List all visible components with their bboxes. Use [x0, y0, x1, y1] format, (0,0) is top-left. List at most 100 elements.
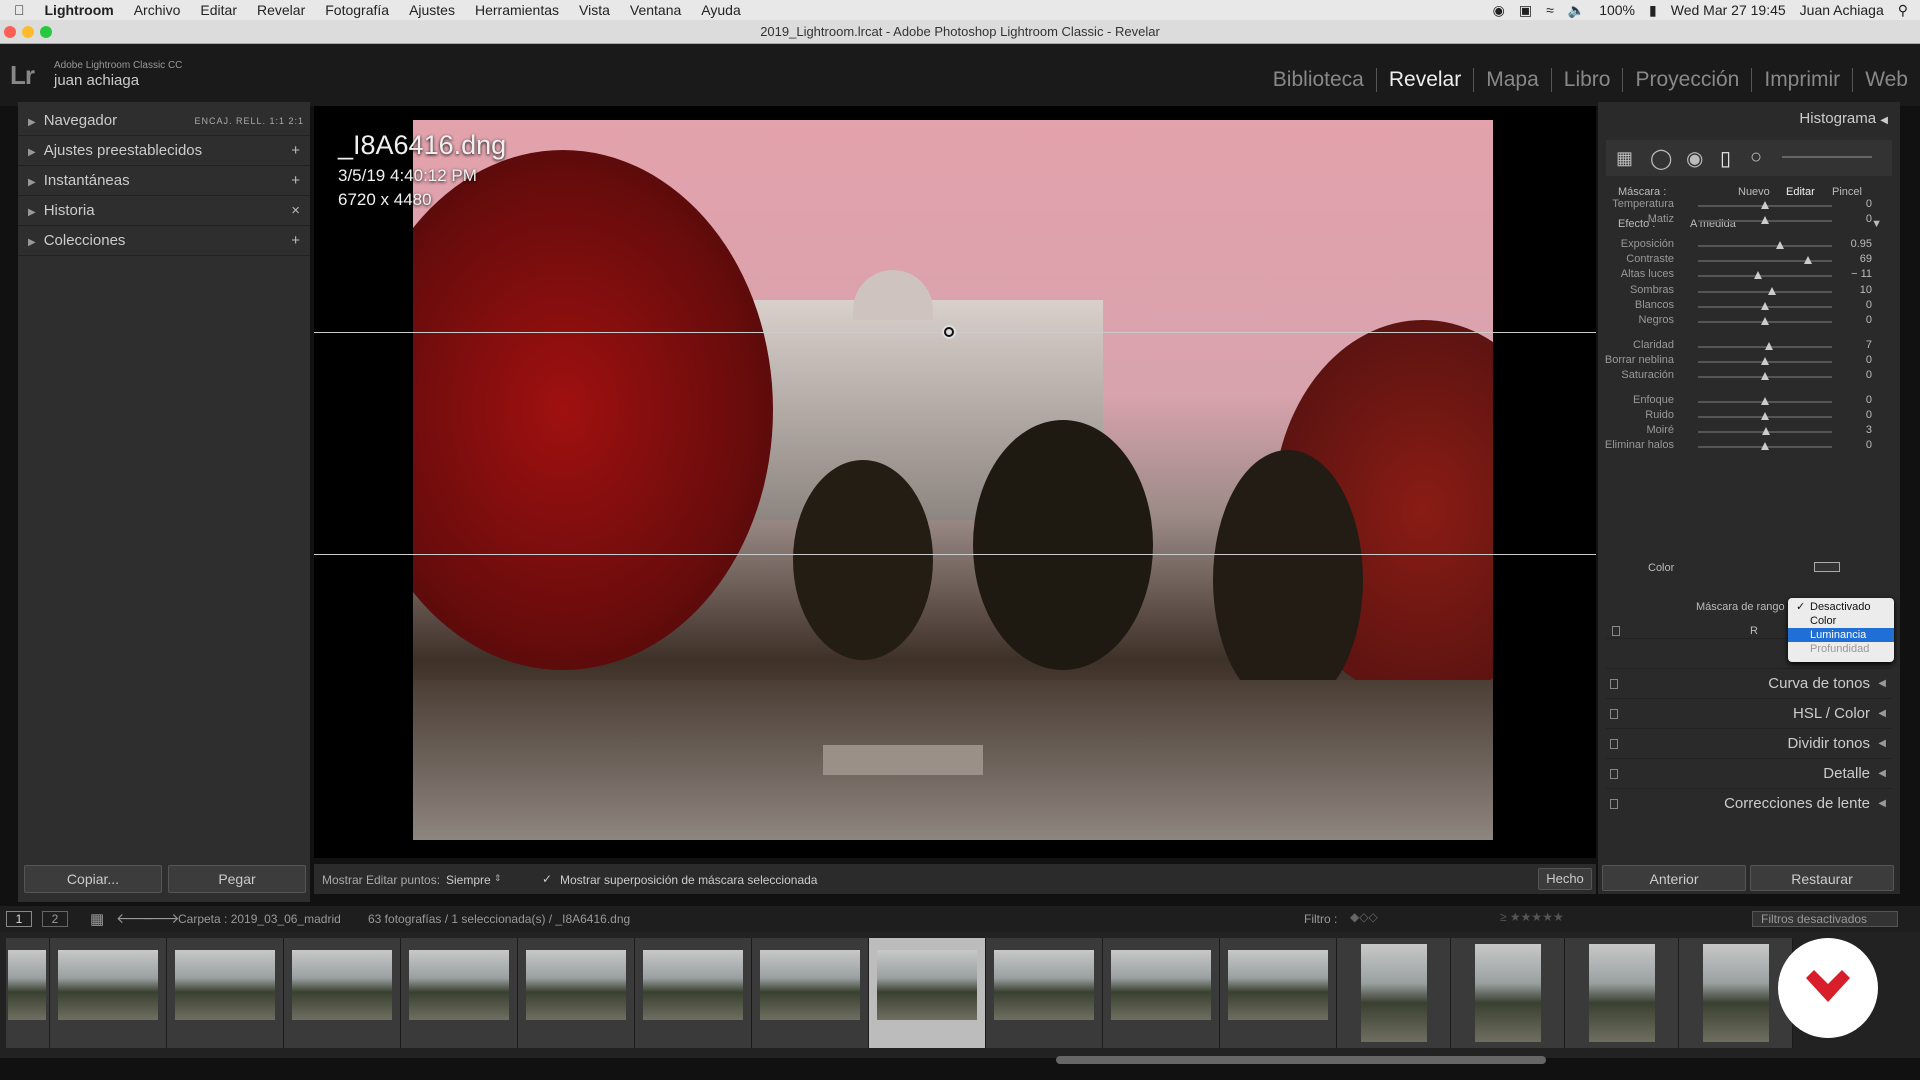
- paste-button[interactable]: Pegar: [168, 865, 306, 893]
- menu-app[interactable]: Lightroom: [45, 2, 114, 18]
- filmstrip-scrollbar[interactable]: [1056, 1056, 1546, 1064]
- slider-value[interactable]: 0: [1866, 354, 1872, 366]
- clock[interactable]: Wed Mar 27 19:45: [1671, 2, 1786, 18]
- slider-value[interactable]: − 11: [1851, 268, 1872, 280]
- copy-button[interactable]: Copiar...: [24, 865, 162, 893]
- zoom-window-icon[interactable]: [40, 26, 52, 38]
- filmstrip-thumbnail[interactable]: [1679, 938, 1793, 1048]
- second-screen-button[interactable]: 2: [42, 911, 68, 927]
- rating-stars-icons[interactable]: ≥ ★★★★★: [1500, 910, 1564, 924]
- slider-track[interactable]: [1698, 216, 1832, 224]
- slider-knob[interactable]: [1761, 317, 1769, 325]
- slider-knob[interactable]: [1761, 412, 1769, 420]
- gradient-pin[interactable]: [942, 325, 956, 339]
- filmstrip-thumbnail[interactable]: [986, 938, 1103, 1048]
- module-web[interactable]: Web: [1852, 68, 1920, 92]
- panel-section-1[interactable]: Curva de tonos ◀: [1606, 668, 1892, 698]
- menu-archivo[interactable]: Archivo: [134, 2, 181, 18]
- slider-row[interactable]: Claridad 7: [1606, 339, 1886, 355]
- history-header[interactable]: ▶ Historia ×: [18, 196, 310, 226]
- panel-section-2[interactable]: HSL / Color ◀: [1606, 698, 1892, 728]
- slider-knob[interactable]: [1765, 342, 1774, 350]
- slider-value[interactable]: 69: [1860, 253, 1872, 265]
- apple-icon[interactable]: : [14, 2, 25, 18]
- panel-switch-icon[interactable]: [1610, 709, 1618, 719]
- slider-value[interactable]: 3: [1866, 424, 1872, 436]
- range-option-luminancia[interactable]: Luminancia: [1788, 628, 1894, 642]
- overlay-checkbox-icon[interactable]: ✓: [542, 872, 552, 886]
- filmstrip-thumbnail[interactable]: [1337, 938, 1451, 1048]
- slider-track[interactable]: [1698, 201, 1832, 209]
- add-snapshot-icon[interactable]: +: [291, 166, 300, 196]
- slider-value[interactable]: 10: [1860, 284, 1872, 296]
- previous-button[interactable]: Anterior: [1602, 865, 1746, 891]
- slider-track[interactable]: [1698, 241, 1832, 249]
- filmstrip-thumbnail[interactable]: [50, 938, 167, 1048]
- slider-row[interactable]: Matiz 0: [1606, 213, 1886, 229]
- red-eye-icon[interactable]: ◉: [1686, 146, 1703, 171]
- module-imprimir[interactable]: Imprimir: [1751, 68, 1852, 92]
- slider-track[interactable]: [1698, 397, 1832, 405]
- slider-track[interactable]: [1698, 271, 1832, 279]
- slider-row[interactable]: Borrar neblina 0: [1605, 354, 1886, 370]
- filmstrip-thumbnail[interactable]: [1220, 938, 1337, 1048]
- search-icon[interactable]: ⚲: [1898, 2, 1908, 19]
- color-swatch[interactable]: [1814, 562, 1840, 572]
- slider-knob[interactable]: [1762, 427, 1771, 435]
- flag-filter-icons[interactable]: ◆◇◇: [1350, 910, 1378, 924]
- navigator-zoom-options[interactable]: ENCAJ. RELL. 1:1 2:1: [194, 106, 304, 136]
- filmstrip-thumbnail[interactable]: [1565, 938, 1679, 1048]
- slider-track[interactable]: [1698, 357, 1832, 365]
- wifi-icon[interactable]: ≈: [1546, 2, 1554, 18]
- slider-track[interactable]: [1698, 412, 1832, 420]
- histogram-header[interactable]: Histograma ◀: [1799, 110, 1888, 127]
- slider-knob[interactable]: [1761, 397, 1769, 405]
- snapshots-header[interactable]: ▶ Instantáneas +: [18, 166, 310, 196]
- filmstrip-thumbnail[interactable]: [869, 938, 986, 1048]
- module-revelar[interactable]: Revelar: [1375, 68, 1473, 92]
- show-pins-select[interactable]: Siempre: [446, 873, 491, 887]
- menu-herramientas[interactable]: Herramientas: [475, 2, 559, 18]
- collections-header[interactable]: ▶ Colecciones +: [18, 226, 310, 256]
- panel-section-3[interactable]: Dividir tonos ◀: [1606, 728, 1892, 758]
- slider-track[interactable]: [1698, 256, 1832, 264]
- adjustment-brush-slider[interactable]: [1782, 156, 1872, 158]
- panel-switch-icon[interactable]: [1610, 679, 1618, 689]
- crop-icon[interactable]: ▦: [1616, 148, 1633, 169]
- menu-ayuda[interactable]: Ayuda: [701, 2, 740, 18]
- reset-truncated[interactable]: R: [1750, 625, 1758, 637]
- slider-row[interactable]: Temperatura 0: [1606, 198, 1886, 214]
- slider-row[interactable]: Enfoque 0: [1606, 394, 1886, 410]
- mask-new-button[interactable]: Nuevo: [1738, 186, 1770, 198]
- slider-knob[interactable]: [1767, 287, 1776, 295]
- add-collection-icon[interactable]: +: [291, 226, 300, 256]
- gradient-line-bottom[interactable]: [314, 554, 1596, 555]
- slider-track[interactable]: [1698, 427, 1832, 435]
- battery-icon[interactable]: ▮: [1649, 2, 1657, 19]
- slider-knob[interactable]: [1761, 201, 1769, 209]
- slider-knob[interactable]: [1761, 302, 1769, 310]
- folder-path[interactable]: Carpeta : 2019_03_06_madrid: [178, 912, 341, 926]
- slider-row[interactable]: Altas luces − 11: [1606, 268, 1886, 284]
- slider-row[interactable]: Moiré 3: [1606, 424, 1886, 440]
- slider-knob[interactable]: [1761, 372, 1769, 380]
- photo[interactable]: [413, 120, 1493, 840]
- display-icon[interactable]: ▣: [1519, 2, 1532, 19]
- graduated-filter-icon[interactable]: ▯: [1720, 146, 1731, 171]
- panel-section-5[interactable]: Correcciones de lente ◀: [1606, 788, 1892, 818]
- menu-ventana[interactable]: Ventana: [630, 2, 681, 18]
- slider-value[interactable]: 0: [1866, 394, 1872, 406]
- filmstrip-thumbnail[interactable]: [401, 938, 518, 1048]
- module-libro[interactable]: Libro: [1550, 68, 1623, 92]
- menu-editar[interactable]: Editar: [200, 2, 237, 18]
- slider-knob[interactable]: [1761, 357, 1769, 365]
- close-window-icon[interactable]: [4, 26, 16, 38]
- slider-row[interactable]: Ruido 0: [1606, 409, 1886, 425]
- range-option-desactivado[interactable]: ✓ Desactivado: [1788, 600, 1894, 614]
- filter-preset-select[interactable]: Filtros desactivados: [1752, 911, 1898, 927]
- reset-button[interactable]: Restaurar: [1750, 865, 1894, 891]
- main-screen-button[interactable]: 1: [6, 911, 32, 927]
- slider-row[interactable]: Sombras 10: [1606, 284, 1886, 300]
- filmstrip-thumbnail[interactable]: [6, 938, 50, 1048]
- slider-track[interactable]: [1698, 287, 1832, 295]
